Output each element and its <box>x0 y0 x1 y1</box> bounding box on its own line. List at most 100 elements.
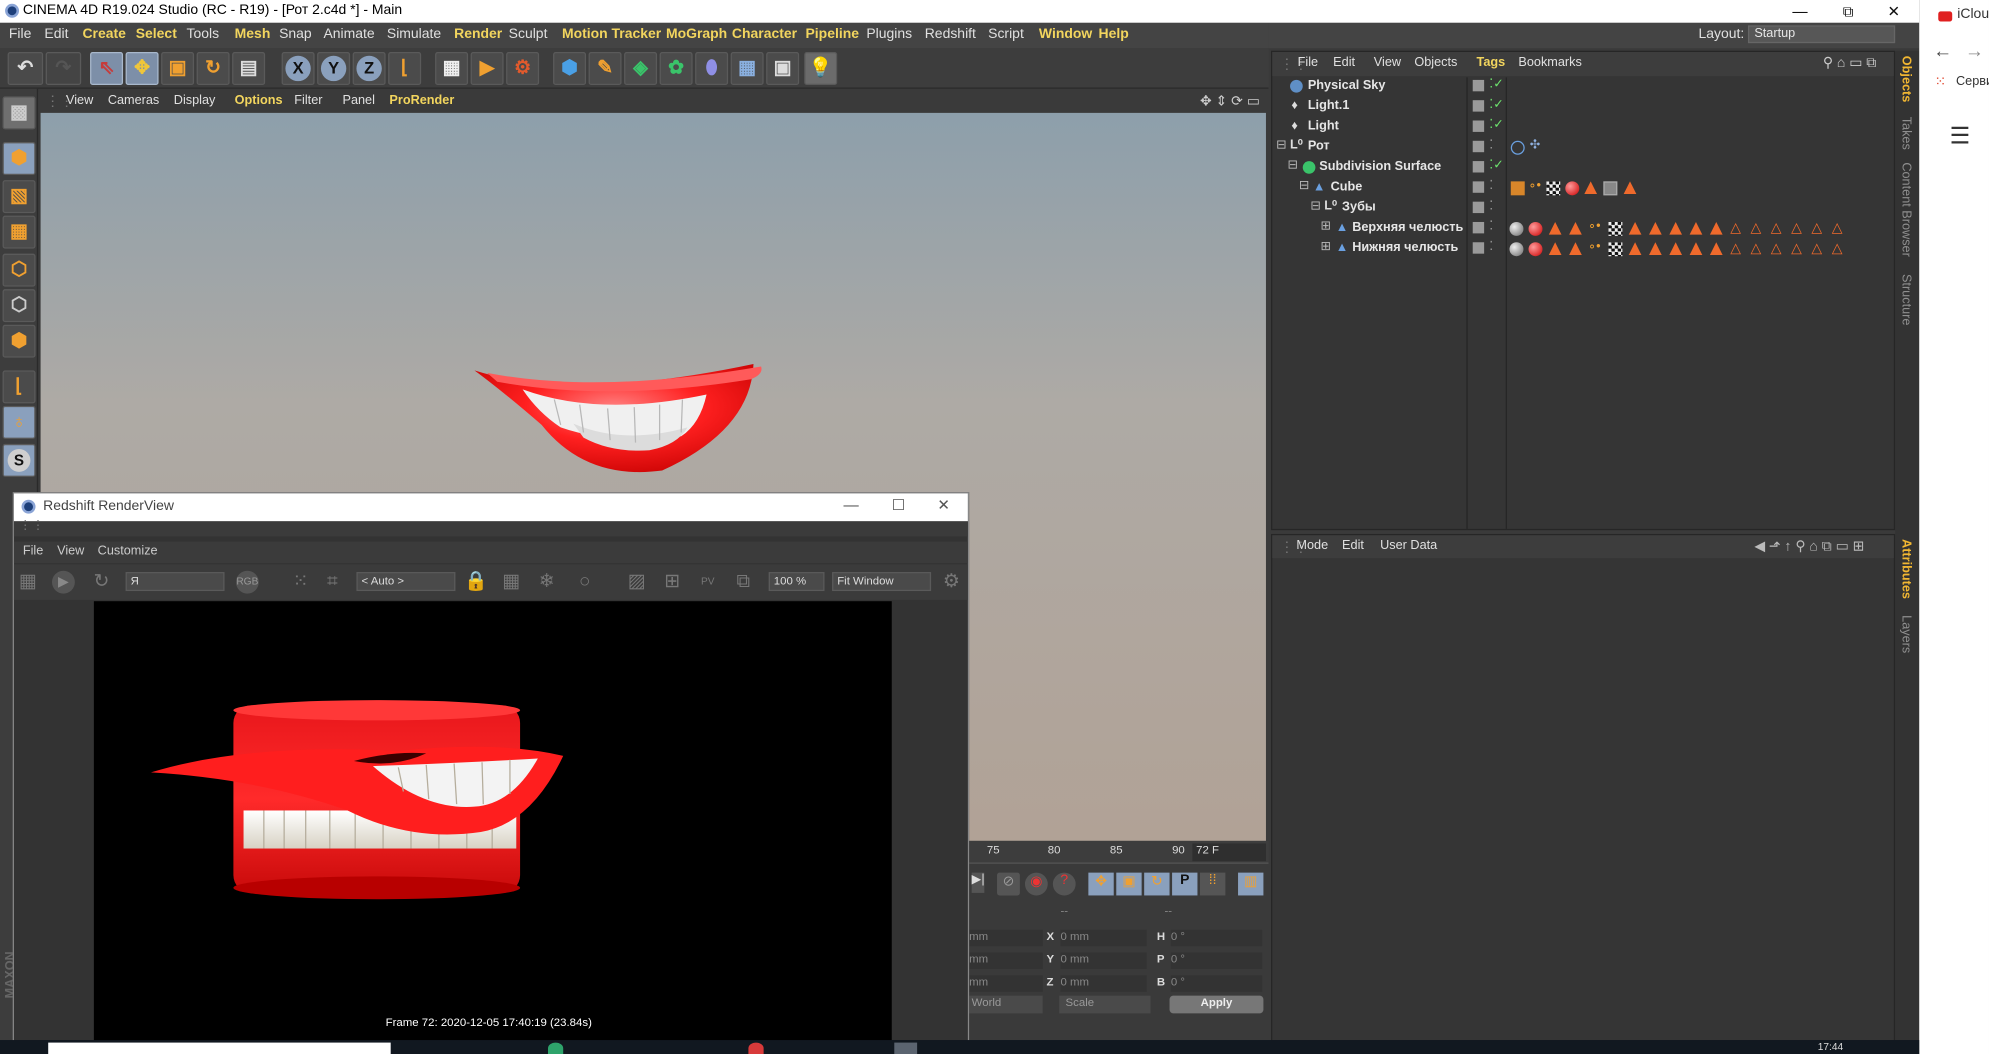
clapper-icon[interactable]: ▦ <box>16 571 39 594</box>
timeline-window-icon[interactable]: ▥ <box>1238 872 1264 896</box>
viewport-nav-icons[interactable]: ✥ ⇕ ⟳ ▭ <box>1200 93 1260 109</box>
selection-outline-tag-icon[interactable]: △ <box>1791 240 1805 256</box>
back-arrow-icon[interactable]: ← <box>1933 41 1952 63</box>
object-row[interactable]: ⊞ ▲ Верхняя челюсть ⁚ ∘• △ △ △ △ △ △ <box>1272 219 1894 238</box>
menu-file[interactable]: File <box>9 27 31 42</box>
rotate-tool-button[interactable]: ↻ <box>196 52 230 85</box>
uvw-tag-icon[interactable]: ∘• <box>1529 179 1543 193</box>
selection-tag-icon[interactable] <box>1569 221 1582 235</box>
vertex-map-tag-icon[interactable] <box>1603 181 1618 196</box>
layer-flag-icon[interactable] <box>1472 140 1485 153</box>
object-row[interactable]: ♦ Light ⁚✓ <box>1272 118 1894 137</box>
menu-edit[interactable]: Edit <box>44 27 68 42</box>
menu-redshift[interactable]: Redshift <box>925 27 976 42</box>
rs-menu-file[interactable]: File <box>23 544 43 558</box>
layer-flag-icon[interactable] <box>1472 242 1485 254</box>
object-name[interactable]: Зубы <box>1342 200 1376 214</box>
menu-motion-tracker[interactable]: Motion Tracker <box>562 27 661 42</box>
lock-icon[interactable]: 🔒 <box>464 571 488 594</box>
live-selection-button[interactable]: ⇖ <box>90 52 124 85</box>
object-row[interactable]: ⊟ Subdivision Surface ⁚✓ <box>1272 159 1894 178</box>
object-name[interactable]: Light.1 <box>1308 99 1350 113</box>
scale-dropdown[interactable]: Scale <box>1059 995 1151 1014</box>
selection-outline-tag-icon[interactable]: △ <box>1832 240 1846 256</box>
menu-tools[interactable]: Tools <box>186 27 219 42</box>
world-dropdown[interactable]: World <box>969 995 1043 1014</box>
material-grey-tag-icon[interactable] <box>1509 221 1524 236</box>
rs-close-button[interactable]: ✕ <box>937 496 950 514</box>
menu-mograph[interactable]: MoGraph <box>666 27 727 42</box>
object-row[interactable]: ⊟ L⁰ Зубы ⁚ <box>1272 199 1894 218</box>
cube-primitive-button[interactable]: ⬢ <box>553 52 587 85</box>
material-red-tag-icon[interactable] <box>1528 242 1543 257</box>
snowflake-icon[interactable]: ❄ <box>535 571 558 594</box>
selection-tag-icon[interactable] <box>1709 242 1723 255</box>
light-button[interactable]: 💡 <box>804 52 838 85</box>
layer-flag-icon[interactable] <box>1472 201 1485 214</box>
object-row[interactable]: Physical Sky ⁚✓ <box>1272 77 1894 96</box>
layer-flag-icon[interactable] <box>1472 221 1485 234</box>
timeline-ruler[interactable]: 75 80 85 90 72 F <box>969 840 1269 864</box>
selection-tag-icon[interactable] <box>1584 181 1598 195</box>
scale-tool-button[interactable]: ▣ <box>161 52 195 85</box>
om-menu-edit[interactable]: Edit <box>1333 56 1355 70</box>
render-view-button[interactable]: ▦ <box>435 52 469 85</box>
workplane-button[interactable]: ▦ <box>2 215 36 249</box>
circle-icon[interactable]: ○ <box>573 571 596 594</box>
selection-outline-tag-icon[interactable]: △ <box>1730 240 1744 256</box>
selection-tag-icon[interactable] <box>1548 242 1562 255</box>
selection-outline-tag-icon[interactable]: △ <box>1811 219 1825 236</box>
material-red-tag-icon[interactable] <box>1528 221 1543 236</box>
menu-script[interactable]: Script <box>988 27 1024 42</box>
points-mode-button[interactable]: ⬡ <box>2 253 36 287</box>
camera-button[interactable]: ▣ <box>766 52 800 85</box>
aov-dropdown[interactable]: Я <box>125 572 225 592</box>
camera-dropdown[interactable]: < Auto > <box>356 572 456 592</box>
visibility-check-icon[interactable]: ⁚✓ <box>1489 77 1504 91</box>
visibility-dots-icon[interactable]: ⁚ <box>1489 179 1493 193</box>
z-axis-button[interactable]: Z <box>352 52 386 85</box>
rs-minimize-button[interactable]: — <box>844 496 859 514</box>
floor-button[interactable]: ▦ <box>730 52 764 85</box>
start-render-icon[interactable]: ▶ <box>52 570 75 594</box>
maximize-button[interactable]: ⧉ <box>1829 1 1867 21</box>
menu-select[interactable]: Select <box>136 27 177 42</box>
layer-flag-icon[interactable] <box>1472 79 1485 92</box>
render-settings-button[interactable]: ⚙ <box>506 52 540 85</box>
minimize-button[interactable]: — <box>1781 1 1819 21</box>
taskbar-app-icon[interactable] <box>894 1042 918 1054</box>
collapse-icon[interactable]: ⊟ <box>1276 138 1287 152</box>
rs-menu-customize[interactable]: Customize <box>98 544 158 558</box>
redo-button[interactable]: ↷ <box>45 52 82 85</box>
zoom-field[interactable]: 100 % <box>768 572 825 592</box>
menu-snap[interactable]: Snap <box>279 27 312 42</box>
selection-tag-icon[interactable] <box>1548 221 1562 235</box>
layer-flag-icon[interactable] <box>1472 161 1485 173</box>
viewport-menu-filter[interactable]: Filter <box>294 94 322 108</box>
recent-tools-button[interactable]: ▤ <box>232 52 266 85</box>
apps-grid-icon[interactable]: ⁙ <box>1934 74 1946 90</box>
size-y-field[interactable]: 0 mm <box>1060 952 1147 970</box>
layer-flag-icon[interactable] <box>1472 181 1485 193</box>
bookmark-link[interactable]: Серви <box>1956 75 1989 89</box>
menu-mesh[interactable]: Mesh <box>235 27 271 42</box>
am-menu-mode[interactable]: Mode <box>1296 539 1328 553</box>
collapse-icon[interactable]: ⊟ <box>1288 159 1299 173</box>
taskbar-app-icon[interactable] <box>547 1042 564 1054</box>
polygons-mode-button[interactable]: ⬢ <box>2 324 36 358</box>
layer-flag-icon[interactable] <box>1472 100 1485 112</box>
picture-icon[interactable]: ▨ <box>625 571 648 594</box>
rotation-b-field[interactable]: 0 ° <box>1170 975 1263 992</box>
material-grey-tag-icon[interactable] <box>1509 242 1524 257</box>
key-parameter-icon[interactable]: P <box>1172 872 1198 896</box>
texture-tag-icon[interactable] <box>1608 221 1623 236</box>
selection-tag-icon[interactable] <box>1689 242 1703 255</box>
visibility-dots-icon[interactable]: ⁚ <box>1489 199 1493 213</box>
selection-outline-tag-icon[interactable]: △ <box>1730 219 1744 236</box>
close-button[interactable]: ✕ <box>1875 1 1913 21</box>
render-picture-viewer-button[interactable]: ▶ <box>470 52 504 85</box>
object-row[interactable]: ⊟ L⁰ Рот ⁚ ✣ <box>1272 138 1894 157</box>
object-row[interactable]: ♦ Light.1 ⁚✓ <box>1272 98 1894 117</box>
menu-animate[interactable]: Animate <box>323 27 374 42</box>
size-z-field[interactable]: 0 mm <box>1060 975 1147 992</box>
